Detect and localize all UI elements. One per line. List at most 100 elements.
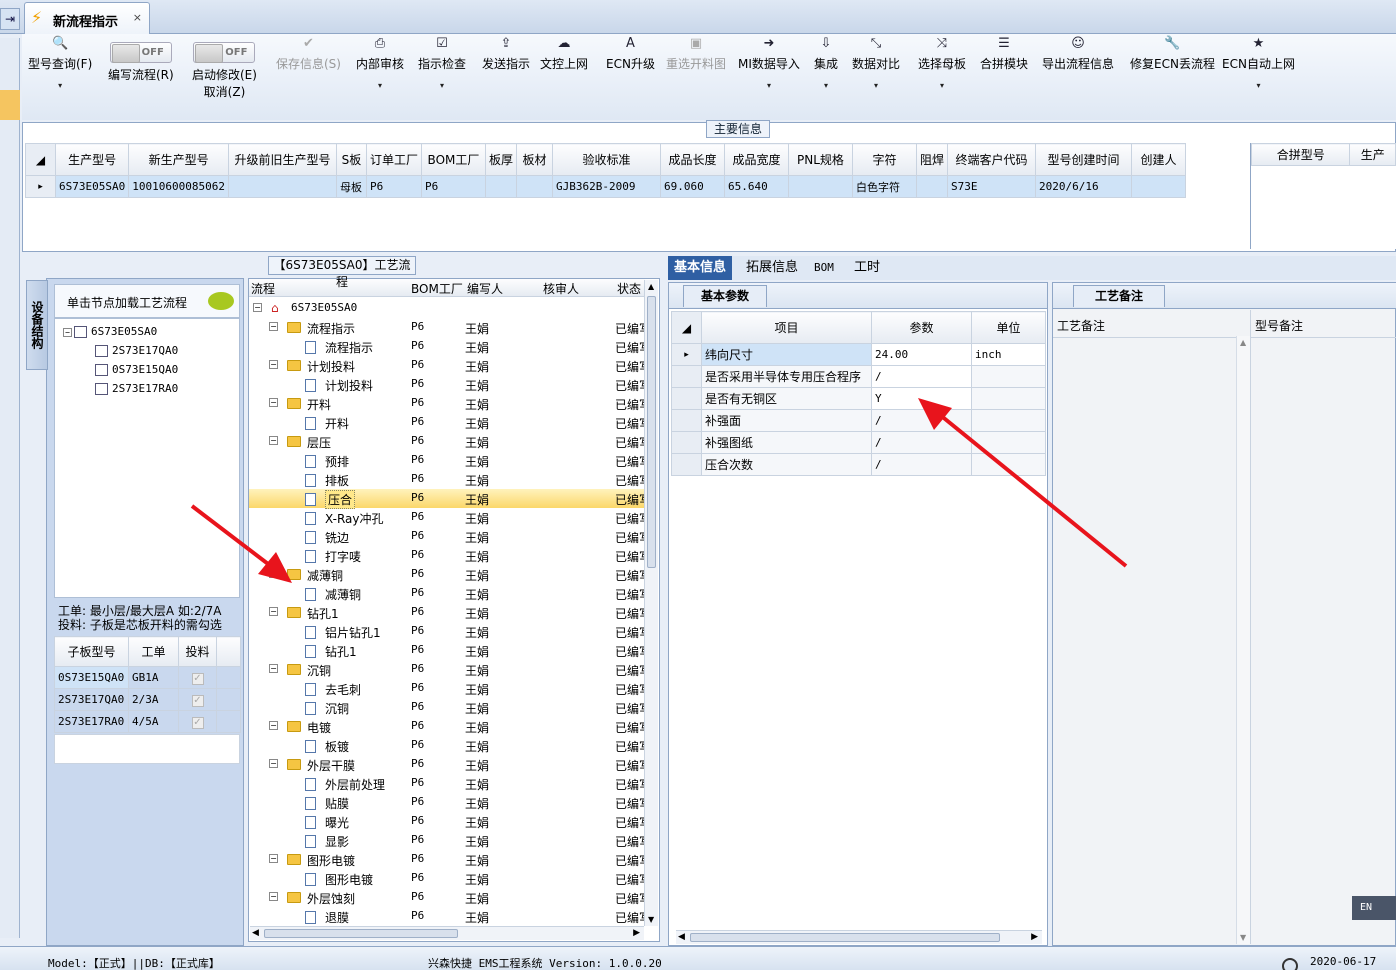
param-row[interactable]: 是否采用半导体专用压合程序 / bbox=[671, 365, 1046, 388]
process-row[interactable]: 钻孔1 P6 王娟 已编写 bbox=[249, 641, 651, 660]
process-row[interactable]: X-Ray冲孔 P6 王娟 已编写 bbox=[249, 508, 651, 527]
table-row[interactable]: 2S73E17RA0 4/5A ✓ bbox=[54, 710, 241, 733]
toggle-button[interactable]: OFF 编写流程(R) bbox=[108, 36, 174, 82]
search-button[interactable]: 🔍 型号查询(F) ▾ bbox=[28, 36, 92, 90]
column-header[interactable]: 投料 bbox=[178, 636, 217, 667]
checkbox-icon[interactable]: ✓ bbox=[191, 694, 204, 707]
column-header[interactable]: S板 bbox=[335, 143, 367, 176]
chevron-down-icon[interactable]: ▾ bbox=[1222, 81, 1295, 90]
column-header[interactable]: 订单工厂 bbox=[365, 143, 422, 176]
column-header[interactable]: 状态 bbox=[617, 280, 641, 297]
process-row[interactable]: − 外层干膜 P6 王娟 已编写 bbox=[249, 755, 651, 774]
process-row[interactable]: − 流程指示 P6 王娟 已编写 bbox=[249, 318, 651, 337]
tab-basic-info[interactable]: 基本信息 bbox=[668, 256, 733, 280]
column-header[interactable]: 板厚 bbox=[484, 143, 517, 176]
tab-work-hours[interactable]: 工时 bbox=[848, 256, 886, 280]
chevron-down-icon[interactable]: ▾ bbox=[738, 81, 800, 90]
column-header[interactable]: 升级前旧生产型号 bbox=[227, 143, 337, 176]
toggle-switch[interactable]: OFF bbox=[108, 42, 174, 66]
process-row[interactable]: 曝光 P6 王娟 已编写 bbox=[249, 812, 651, 831]
shuffle-button[interactable]: ⤨ 选择母板 ▾ bbox=[918, 36, 966, 90]
process-root-row[interactable]: − ⌂ 6S73E05SA0 bbox=[249, 299, 645, 318]
column-header[interactable]: 板材 bbox=[515, 143, 553, 176]
column-header[interactable]: 核审人 bbox=[543, 280, 579, 297]
process-row[interactable]: 预排 P6 王娟 已编写 bbox=[249, 451, 651, 470]
cloud-upload-button[interactable]: ☁ 文控上网 bbox=[540, 36, 588, 71]
column-header[interactable]: 编写人 bbox=[467, 280, 503, 297]
column-header[interactable]: 生产型号 bbox=[54, 143, 130, 176]
param-row[interactable]: 补强面 / bbox=[671, 409, 1046, 432]
column-header[interactable]: 子板型号 bbox=[54, 636, 129, 667]
craft-notes-scrollbar[interactable]: ▲ ▼ bbox=[1236, 336, 1250, 944]
params-horizontal-scrollbar[interactable]: ◀ ▶ bbox=[676, 930, 1042, 944]
process-row[interactable]: 沉铜 P6 王娟 已编写 bbox=[249, 698, 651, 717]
column-header[interactable]: 工单 bbox=[128, 636, 179, 667]
column-header[interactable]: 流程 bbox=[251, 280, 275, 297]
chevron-down-icon[interactable]: ▾ bbox=[418, 81, 466, 90]
wrench-button[interactable]: 🔧 修复ECN丢流程 bbox=[1130, 36, 1215, 71]
process-row[interactable]: 板镀 P6 王娟 已编写 bbox=[249, 736, 651, 755]
chevron-down-icon[interactable]: ▾ bbox=[918, 81, 966, 90]
off-toggle[interactable]: OFF bbox=[193, 42, 256, 63]
column-header[interactable]: 验收标准 bbox=[551, 143, 661, 176]
param-row[interactable]: ▸ 纬向尺寸 24.00 inch bbox=[671, 343, 1046, 366]
checkbox-icon[interactable]: ✓ bbox=[191, 672, 204, 685]
ecn-button[interactable]: A ECN升级 bbox=[606, 36, 655, 71]
process-row[interactable]: 打字唛 P6 王娟 已编写 bbox=[249, 546, 651, 565]
tab-device-structure[interactable]: 设备结构 bbox=[26, 280, 48, 370]
scrollbar-thumb[interactable] bbox=[690, 933, 1000, 942]
chevron-down-icon[interactable]: ▾ bbox=[852, 81, 900, 90]
process-row[interactable]: 外层前处理 P6 王娟 已编写 bbox=[249, 774, 651, 793]
process-row[interactable]: 去毛刺 P6 王娟 已编写 bbox=[249, 679, 651, 698]
tab-craft-notes[interactable]: 工艺备注 bbox=[1073, 285, 1165, 307]
param-value-field[interactable]: 24.00 bbox=[871, 343, 972, 366]
active-nav-marker[interactable] bbox=[0, 90, 20, 120]
column-header[interactable]: 成品长度 bbox=[659, 143, 725, 176]
star-button[interactable]: ★ ECN自动上网 ▾ bbox=[1222, 36, 1295, 90]
column-header[interactable]: 参数 bbox=[871, 311, 972, 344]
combine-column-header[interactable]: 合拼型号 bbox=[1250, 143, 1351, 166]
close-icon[interactable]: × bbox=[133, 11, 142, 24]
toggle-switch[interactable]: OFF bbox=[192, 42, 257, 66]
column-header[interactable]: 型号创建时间 bbox=[1035, 143, 1132, 176]
scrollbar-thumb[interactable] bbox=[264, 929, 458, 938]
process-row[interactable]: 排板 P6 王娟 已编写 bbox=[249, 470, 651, 489]
process-horizontal-scrollbar[interactable]: ◀ ▶ bbox=[250, 926, 644, 940]
process-row[interactable]: − 图形电镀 P6 王娟 已编写 bbox=[249, 850, 651, 869]
check-button[interactable]: ✔ 保存信息(S) bbox=[276, 36, 341, 71]
smile-button[interactable]: ☺ 导出流程信息 bbox=[1042, 36, 1114, 71]
tab-bom[interactable]: BOM bbox=[808, 256, 840, 280]
chevron-down-icon[interactable]: ▾ bbox=[814, 81, 838, 90]
printer-button[interactable]: ⎙ 内部审核 ▾ bbox=[356, 36, 404, 90]
chevron-down-icon[interactable]: ▾ bbox=[28, 81, 92, 90]
checkbox-icon[interactable]: ✓ bbox=[191, 716, 204, 729]
import-button[interactable]: ➜ MI数据导入 ▾ bbox=[738, 36, 800, 90]
process-row[interactable]: 图形电镀 P6 王娟 已编写 bbox=[249, 869, 651, 888]
ime-indicator[interactable]: EN bbox=[1352, 896, 1396, 920]
column-header[interactable]: 创建人 bbox=[1131, 143, 1186, 176]
column-header[interactable]: 单位 bbox=[971, 311, 1046, 344]
sidebar-toggle-icon[interactable]: ⇥ bbox=[0, 8, 20, 30]
combine-column-header[interactable]: 生产 bbox=[1349, 143, 1396, 166]
image-button[interactable]: ▣ 重选开料图 bbox=[666, 36, 726, 71]
toggle-button[interactable]: OFF 启动修改(E) 取消(Z) bbox=[192, 36, 257, 99]
process-row[interactable]: − 外层蚀刻 P6 王娟 已编写 bbox=[249, 888, 651, 907]
process-row[interactable]: − 钻孔1 P6 王娟 已编写 bbox=[249, 603, 651, 622]
download-button[interactable]: ⇩ 集成 ▾ bbox=[814, 36, 838, 90]
column-header[interactable]: 成品宽度 bbox=[723, 143, 789, 176]
param-value-field[interactable]: / bbox=[871, 409, 972, 432]
feed-checkbox[interactable]: ✓ bbox=[178, 666, 217, 689]
tab-basic-params[interactable]: 基本参数 bbox=[683, 285, 767, 307]
scrollbar-thumb[interactable] bbox=[647, 296, 656, 568]
process-vertical-scrollbar[interactable]: ▲ ▼ bbox=[644, 280, 658, 926]
upload-button[interactable]: ⇪ 发送指示 bbox=[482, 36, 530, 71]
process-row[interactable]: − 电镀 P6 王娟 已编写 bbox=[249, 717, 651, 736]
tree-node-child[interactable]: 2S73E17RA0 bbox=[95, 382, 178, 395]
column-header[interactable]: 新生产型号 bbox=[128, 143, 229, 176]
param-row[interactable]: 压合次数 / bbox=[671, 453, 1046, 476]
process-row[interactable]: 压合 P6 王娟 已编写 bbox=[249, 489, 651, 509]
process-row[interactable]: − 沉铜 P6 王娟 已编写 bbox=[249, 660, 651, 679]
process-row[interactable]: 减薄铜 P6 王娟 已编写 bbox=[249, 584, 651, 603]
param-row[interactable]: 补强图纸 / bbox=[671, 431, 1046, 454]
chevron-down-icon[interactable]: ▾ bbox=[356, 81, 404, 90]
